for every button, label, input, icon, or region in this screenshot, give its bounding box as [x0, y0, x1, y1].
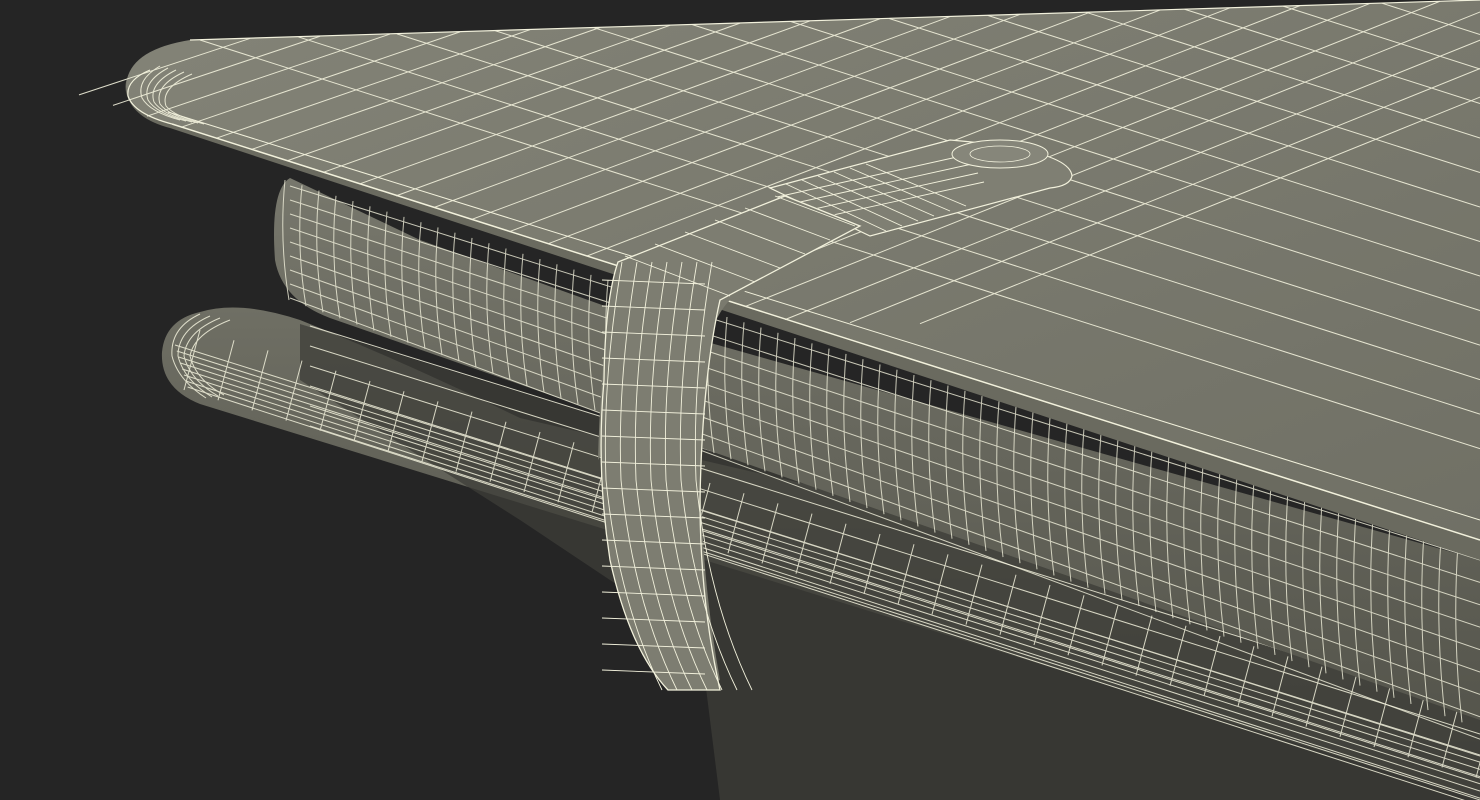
notebook-wireframe-scene [78, 0, 1480, 800]
render-viewport [0, 0, 1480, 800]
